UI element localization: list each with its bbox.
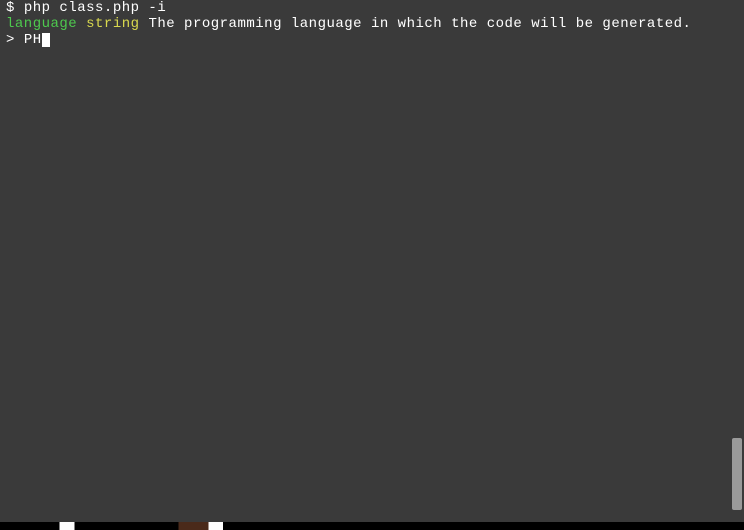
input-line[interactable]: > PH	[6, 32, 738, 48]
param-name: language	[6, 16, 77, 32]
command-line: $ php class.php -i	[6, 0, 738, 16]
scrollbar-thumb[interactable]	[732, 438, 742, 510]
command-text: php class.php -i	[24, 0, 166, 16]
param-description: The programming language in which the co…	[140, 16, 692, 32]
bottom-bar	[0, 522, 744, 530]
input-prompt: >	[6, 32, 24, 48]
shell-prompt: $	[6, 0, 24, 16]
terminal-output[interactable]: $ php class.php -i language string The p…	[0, 0, 744, 48]
output-line: language string The programming language…	[6, 16, 738, 32]
cursor	[42, 33, 50, 47]
user-input: PH	[24, 32, 42, 48]
param-type: string	[86, 16, 139, 32]
